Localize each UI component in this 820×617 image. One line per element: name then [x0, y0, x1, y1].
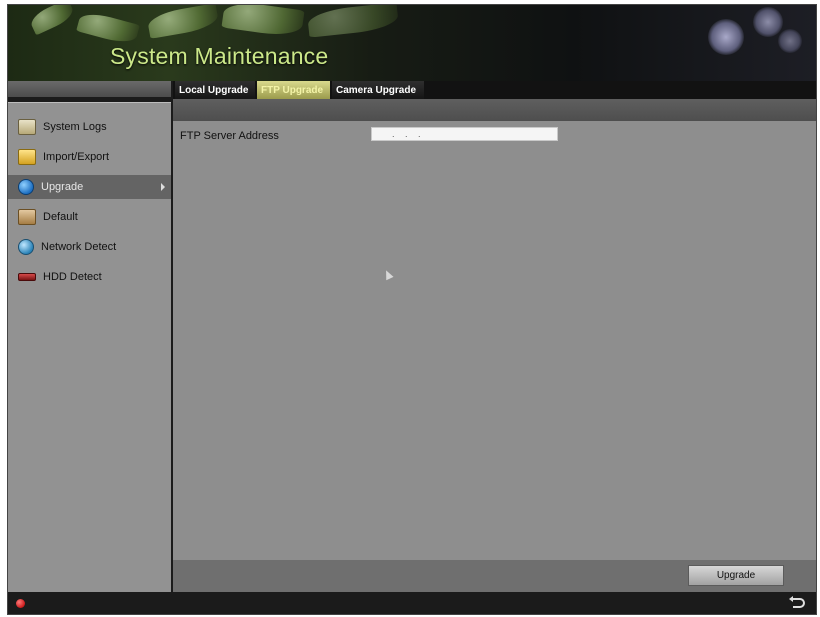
sidebar-item-import-export[interactable]: Import/Export	[8, 145, 171, 169]
bokeh-decoration	[753, 7, 783, 37]
sidebar-item-label: System Logs	[43, 121, 107, 133]
leaf-decoration	[146, 5, 220, 39]
footer-bar: Upgrade	[173, 560, 816, 592]
leaf-decoration	[306, 5, 400, 38]
hdd-icon	[18, 273, 36, 281]
subheader-bar	[173, 99, 816, 121]
tab-local-upgrade[interactable]: Local Upgrade	[175, 81, 255, 99]
log-icon	[18, 119, 36, 135]
sidebar-header-bar	[8, 81, 171, 97]
ftp-server-address-input[interactable]: . . .	[371, 127, 558, 141]
upgrade-icon	[18, 179, 34, 195]
sidebar-item-label: HDD Detect	[43, 271, 102, 283]
tab-bar: Local Upgrade FTP Upgrade Camera Upgrade	[173, 81, 816, 99]
sidebar-item-label: Default	[43, 211, 78, 223]
tab-ftp-upgrade[interactable]: FTP Upgrade	[257, 81, 330, 99]
main-panel: FTP Server Address . . .	[173, 121, 816, 560]
app-window: System Maintenance System Logs Import/Ex…	[7, 4, 817, 615]
network-icon	[18, 239, 34, 255]
tab-camera-upgrade[interactable]: Camera Upgrade	[332, 81, 424, 99]
folder-icon	[18, 149, 36, 165]
upgrade-button[interactable]: Upgrade	[688, 565, 784, 586]
default-icon	[18, 209, 36, 225]
sidebar-item-system-logs[interactable]: System Logs	[8, 115, 171, 139]
record-indicator-icon	[16, 599, 25, 608]
sidebar: System Logs Import/Export Upgrade Defaul…	[8, 102, 171, 593]
sidebar-item-label: Network Detect	[41, 241, 117, 253]
status-bar	[8, 592, 816, 614]
leaf-decoration	[27, 5, 77, 36]
sidebar-item-network-detect[interactable]: Network Detect	[8, 235, 171, 259]
sidebar-item-label: Upgrade	[41, 181, 84, 193]
ftp-server-address-label: FTP Server Address	[180, 130, 279, 142]
header-banner: System Maintenance	[8, 5, 816, 81]
leaf-decoration	[76, 9, 140, 47]
sidebar-item-hdd-detect[interactable]: HDD Detect	[8, 265, 171, 289]
sidebar-item-default[interactable]: Default	[8, 205, 171, 229]
sidebar-item-label: Import/Export	[43, 151, 110, 163]
leaf-decoration	[221, 5, 305, 39]
mouse-pointer-icon	[382, 268, 394, 281]
back-icon[interactable]	[788, 595, 806, 609]
page-title: System Maintenance	[110, 43, 329, 69]
bokeh-decoration	[708, 19, 744, 55]
bokeh-decoration	[778, 29, 802, 53]
sidebar-item-upgrade[interactable]: Upgrade	[8, 175, 171, 199]
chevron-right-icon	[161, 183, 165, 191]
